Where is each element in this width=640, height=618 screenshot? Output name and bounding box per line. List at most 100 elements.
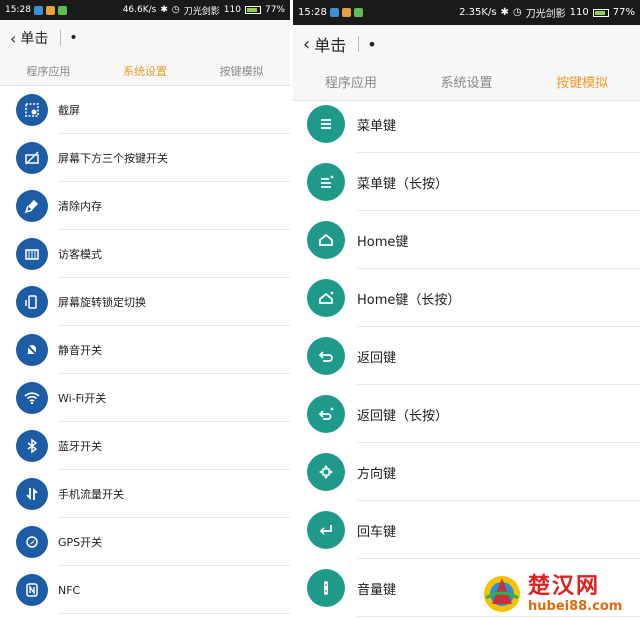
item-label: 访客模式 xyxy=(58,248,102,261)
right-screen: 15:28 2.35K/s ✱ ◷ 刀光剑影 110 77% ‹ 单击 • 程序… xyxy=(293,0,640,618)
watermark-url: hubei88.com xyxy=(528,598,623,614)
notification-icon xyxy=(353,8,363,17)
bluetooth-status-icon: ✱ xyxy=(160,5,168,15)
item-label: 回车键 xyxy=(357,524,397,540)
network-speed: 46.6K/s xyxy=(122,5,157,15)
network-speed: 2.35K/s xyxy=(459,7,497,18)
list-item-mute[interactable]: 静音开关 xyxy=(0,326,290,374)
tab-key-simulation[interactable]: 按键模拟 xyxy=(524,72,640,91)
gps-icon xyxy=(16,526,48,558)
back-label[interactable]: 单击 xyxy=(20,28,48,48)
status-bar: 15:28 2.35K/s ✱ ◷ 刀光剑影 110 77% xyxy=(293,0,640,25)
tab-apps[interactable]: 程序应用 xyxy=(293,72,409,91)
bluetooth-icon xyxy=(16,430,48,462)
back-label[interactable]: 单击 xyxy=(314,32,346,56)
nav-dot: • xyxy=(367,34,377,54)
tab-bar: 程序应用 系统设置 按键模拟 xyxy=(0,56,290,86)
bluetooth-status-icon: ✱ xyxy=(500,7,509,18)
back-icon xyxy=(307,337,345,375)
item-label: 屏幕下方三个按键开关 xyxy=(58,152,168,165)
back-long-press-icon xyxy=(307,395,345,433)
tab-apps[interactable]: 程序应用 xyxy=(0,63,97,79)
battery-icon xyxy=(244,6,261,14)
battery-icon xyxy=(592,8,609,17)
enter-icon xyxy=(307,511,345,549)
list-item-guest-mode[interactable]: 访客模式 xyxy=(0,230,290,278)
status-bar: 15:28 46.6K/s ✱ ◷ 刀光剑影 110 77% xyxy=(0,0,290,20)
signal-strength: 110 xyxy=(223,5,241,15)
item-label: Home键（长按） xyxy=(357,292,461,308)
notification-icon xyxy=(33,5,43,15)
guest-mode-icon xyxy=(16,238,48,270)
list-item-wifi[interactable]: Wi-Fi开关 xyxy=(0,374,290,422)
tab-system-settings[interactable]: 系统设置 xyxy=(409,72,525,91)
rotation-lock-icon xyxy=(16,286,48,318)
left-screen: 15:28 46.6K/s ✱ ◷ 刀光剑影 110 77% ‹ 单击 • 程序… xyxy=(0,0,290,618)
settings-list: 截屏 屏幕下方三个按键开关 清除内存 访客模式 屏幕旋转锁定切换 静音开关 Wi… xyxy=(0,86,290,614)
volume-icon xyxy=(307,569,345,607)
watermark-logo-icon xyxy=(484,576,520,612)
item-label: 截屏 xyxy=(58,104,80,117)
list-item-gps[interactable]: GPS开关 xyxy=(0,518,290,566)
notification-icon xyxy=(341,8,351,17)
home-icon xyxy=(307,221,345,259)
list-item-menu-key[interactable]: 菜单键 xyxy=(293,95,640,153)
mute-icon xyxy=(16,334,48,366)
nav-divider xyxy=(60,30,62,46)
notification-icon xyxy=(45,5,55,15)
carrier-name: 刀光剑影 xyxy=(525,9,566,20)
item-label: Wi-Fi开关 xyxy=(58,392,107,405)
list-item-menu-key-long[interactable]: 菜单键（长按） xyxy=(293,153,640,211)
back-chevron-icon[interactable]: ‹ xyxy=(10,29,16,48)
watermark: 楚汉网 hubei88.com xyxy=(480,570,640,618)
notification-icon xyxy=(57,5,67,15)
list-item-mobile-data[interactable]: 手机流量开关 xyxy=(0,470,290,518)
item-label: 音量键 xyxy=(357,582,397,598)
notification-icon xyxy=(329,8,339,17)
item-label: Home键 xyxy=(357,234,409,250)
item-label: 返回键 xyxy=(357,350,397,366)
item-label: 静音开关 xyxy=(58,344,102,357)
list-item-enter-key[interactable]: 回车键 xyxy=(293,501,640,559)
list-item-nav-buttons-toggle[interactable]: 屏幕下方三个按键开关 xyxy=(0,134,290,182)
item-label: 菜单键（长按） xyxy=(357,176,449,192)
screenshot-icon xyxy=(16,94,48,126)
tab-system-settings[interactable]: 系统设置 xyxy=(97,63,194,79)
button-toggle-icon xyxy=(16,142,48,174)
list-item-screenshot[interactable]: 截屏 xyxy=(0,86,290,134)
list-item-home-key-long[interactable]: Home键（长按） xyxy=(293,269,640,327)
nav-dot: • xyxy=(69,30,78,46)
item-label: 屏幕旋转锁定切换 xyxy=(58,296,146,309)
menu-icon xyxy=(307,105,345,143)
list-item-clear-memory[interactable]: 清除内存 xyxy=(0,182,290,230)
home-long-press-icon xyxy=(307,279,345,317)
item-label: 蓝牙开关 xyxy=(58,440,102,453)
list-item-home-key[interactable]: Home键 xyxy=(293,211,640,269)
item-label: 清除内存 xyxy=(58,200,102,213)
list-item-bluetooth[interactable]: 蓝牙开关 xyxy=(0,422,290,470)
nav-bar: ‹ 单击 • xyxy=(293,25,640,63)
menu-long-press-icon xyxy=(307,163,345,201)
list-item-dpad-key[interactable]: 方向键 xyxy=(293,443,640,501)
list-item-back-key-long[interactable]: 返回键（长按） xyxy=(293,385,640,443)
list-item-rotation-lock[interactable]: 屏幕旋转锁定切换 xyxy=(0,278,290,326)
item-label: 菜单键 xyxy=(357,118,397,134)
signal-strength: 110 xyxy=(569,7,589,18)
item-label: GPS开关 xyxy=(58,536,103,549)
alarm-icon: ◷ xyxy=(171,5,180,15)
tab-key-simulation[interactable]: 按键模拟 xyxy=(193,63,290,79)
nav-bar: ‹ 单击 • xyxy=(0,20,290,56)
list-item-back-key[interactable]: 返回键 xyxy=(293,327,640,385)
item-label: 手机流量开关 xyxy=(58,488,124,501)
data-toggle-icon xyxy=(16,478,48,510)
item-label: 返回键（长按） xyxy=(357,408,449,424)
broom-icon xyxy=(16,190,48,222)
key-list: 菜单键 菜单键（长按） Home键 Home键（长按） 返回键 返回键（长按） … xyxy=(293,95,640,617)
list-item-nfc[interactable]: NFC xyxy=(0,566,290,614)
back-chevron-icon[interactable]: ‹ xyxy=(303,34,310,55)
nav-divider xyxy=(358,36,360,52)
item-label: NFC xyxy=(58,583,81,597)
item-label: 方向键 xyxy=(357,466,397,482)
status-time: 15:28 xyxy=(298,7,327,18)
dpad-icon xyxy=(307,453,345,491)
